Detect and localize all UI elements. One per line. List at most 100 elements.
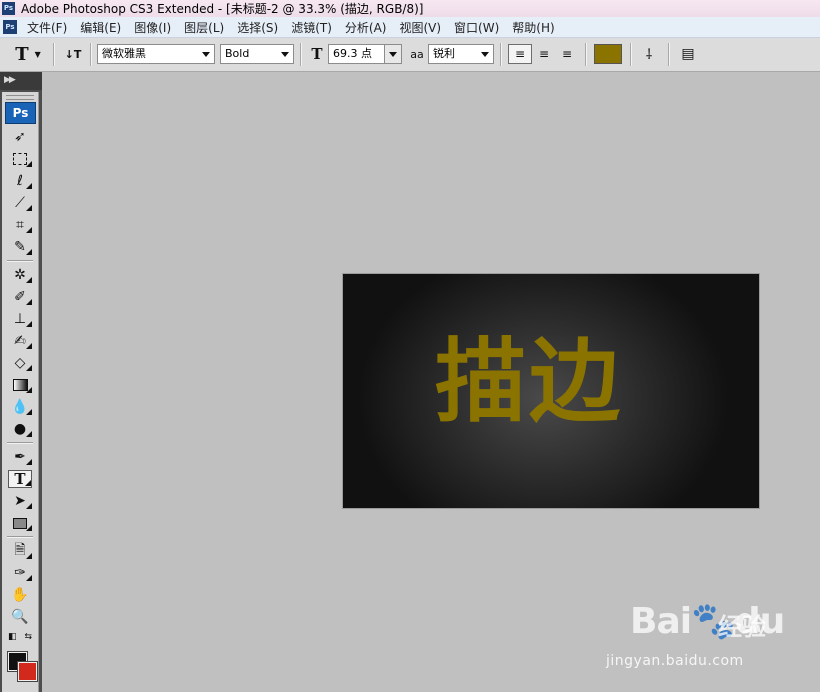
tools-divider [7, 442, 33, 444]
menu-help[interactable]: 帮助(H) [506, 19, 561, 36]
chevron-down-icon[interactable] [384, 45, 401, 63]
baidu-jingyan-watermark: Bai🐾du 经验 jingyan.baidu.com [600, 600, 810, 680]
align-right-icon: ≡ [561, 47, 573, 61]
zoom-tool[interactable]: 🔍 [8, 608, 32, 626]
menu-window[interactable]: 窗口(W) [448, 19, 506, 36]
align-left-button[interactable]: ≡ [508, 44, 532, 64]
align-left-icon: ≡ [514, 47, 526, 61]
menu-image[interactable]: 图像(I) [128, 19, 178, 36]
align-center-button[interactable]: ≡ [534, 44, 554, 64]
type-tool-icon: T [14, 470, 26, 488]
hand-tool[interactable]: ✋ [8, 586, 32, 604]
bandage-icon: ✲ [14, 267, 26, 283]
clone-stamp-tool[interactable]: ⊥ [8, 310, 32, 328]
character-panel-button[interactable]: ▤ [677, 44, 699, 64]
text-orientation-icon: ↓T [64, 47, 82, 61]
eyedropper-tool[interactable]: ✑ [8, 564, 32, 582]
lasso-tool[interactable]: ℓ [8, 172, 32, 190]
align-center-icon: ≡ [538, 47, 550, 61]
brush-icon: ✐ [14, 289, 26, 305]
history-brush-tool[interactable]: ✍ [8, 332, 32, 350]
menu-bar: Ps 文件(F) 编辑(E) 图像(I) 图层(L) 选择(S) 滤镜(T) 分… [0, 17, 820, 38]
healing-brush-tool[interactable]: ✲ [8, 266, 32, 284]
text-color-swatch[interactable] [594, 44, 622, 64]
character-panel-icon: ▤ [681, 46, 695, 62]
title-bar: Ps Adobe Photoshop CS3 Extended - [未标题-2… [0, 0, 820, 17]
menu-file[interactable]: 文件(F) [21, 19, 74, 36]
text-orientation-button[interactable]: ↓T [62, 44, 84, 64]
font-size-icon: T [306, 44, 328, 64]
menu-analysis[interactable]: 分析(A) [339, 19, 394, 36]
gradient-tool[interactable] [8, 376, 32, 394]
swap-colors-icon[interactable]: ⇆ [24, 632, 32, 642]
warp-text-button[interactable]: ⸸ [638, 44, 660, 64]
eraser-tool[interactable]: ◇ [8, 354, 32, 372]
dodge-tool[interactable]: ● [8, 420, 32, 438]
menu-view[interactable]: 视图(V) [393, 19, 448, 36]
crop-tool[interactable]: ⌗ [8, 216, 32, 234]
history-brush-icon: ✍ [14, 333, 26, 349]
type-tool-icon: T [15, 43, 29, 65]
menu-filter[interactable]: 滤镜(T) [285, 19, 339, 36]
menu-layer[interactable]: 图层(L) [178, 19, 231, 36]
document-canvas[interactable]: 描边 [343, 274, 759, 508]
magic-wand-tool[interactable]: ⟋ [8, 194, 32, 212]
notes-tool[interactable]: 🗎 [8, 542, 32, 560]
watermark-url: jingyan.baidu.com [606, 653, 744, 669]
lasso-icon: ℓ [17, 173, 23, 189]
pen-tool[interactable]: ✒ [8, 448, 32, 466]
magnifier-icon: 🔍 [11, 609, 29, 625]
eyedropper-icon: ✑ [14, 565, 26, 581]
panel-grip[interactable] [6, 95, 34, 100]
align-right-button[interactable]: ≡ [557, 44, 577, 64]
background-color-swatch[interactable] [17, 661, 38, 682]
photoshop-logo-icon: Ps [2, 2, 15, 15]
crop-icon: ⌗ [16, 217, 24, 233]
slice-tool[interactable]: ✎ [8, 238, 32, 256]
jingyan-label: 经验 [718, 613, 766, 641]
menu-edit[interactable]: 编辑(E) [74, 19, 128, 36]
eraser-icon: ◇ [14, 355, 26, 371]
tools-panel: Ps ➶ ℓ ⟋ ⌗ ✎ ✲ ✐ ⊥ ✍ ◇ 💧 ● ✒ T ➤ 🗎 ✑ ✋ 🔍… [2, 92, 39, 692]
font-size-field[interactable]: 69.3 点 [328, 44, 402, 64]
magic-wand-icon: ⟋ [15, 195, 25, 211]
menu-select[interactable]: 选择(S) [231, 19, 285, 36]
canvas-text-layer[interactable]: 描边 [435, 318, 675, 448]
antialias-select[interactable]: 锐利 [428, 44, 494, 64]
ps-badge-icon[interactable]: Ps [5, 102, 36, 124]
stamp-icon: ⊥ [13, 311, 27, 327]
note-icon: 🗎 [14, 542, 26, 558]
pen-icon: ✒ [14, 449, 26, 465]
move-tool[interactable]: ➶ [8, 128, 32, 146]
brush-tool[interactable]: ✐ [8, 288, 32, 306]
path-selection-tool[interactable]: ➤ [8, 492, 32, 510]
font-style-select[interactable]: Bold [220, 44, 294, 64]
antialias-icon: aa [407, 44, 427, 64]
marquee-tool[interactable] [8, 150, 32, 168]
chevron-down-icon [202, 52, 210, 57]
font-family-value: 微软雅黑 [102, 47, 146, 60]
chevron-down-icon [281, 52, 289, 57]
type-tool[interactable]: T [8, 470, 32, 488]
chevron-down-icon: ▼ [34, 49, 41, 59]
blur-tool[interactable]: 💧 [8, 398, 32, 416]
tool-preset-picker[interactable]: T ▼ [10, 43, 46, 65]
hand-icon: ✋ [11, 587, 29, 603]
dodge-icon: ● [13, 421, 27, 437]
tools-panel-header[interactable]: ▶▶ [0, 72, 42, 90]
rectangle-tool[interactable] [8, 514, 32, 532]
font-family-select[interactable]: 微软雅黑 [97, 44, 215, 64]
tools-divider [7, 536, 33, 538]
marquee-icon [13, 153, 27, 165]
options-bar: T ▼ ↓T 微软雅黑 Bold T 69.3 点 aa 锐利 ≡ ≡ ≡ ⸸ [0, 38, 820, 72]
rectangle-icon [13, 517, 27, 529]
antialias-glyph: aa [410, 47, 424, 61]
default-colors-icon[interactable]: ◧ [8, 632, 17, 642]
font-size-glyph: T [311, 45, 323, 63]
tools-divider [7, 260, 33, 262]
collapse-arrows-icon[interactable]: ▶▶ [4, 75, 16, 85]
app-menu-icon[interactable]: Ps [3, 20, 17, 34]
move-tool-icon: ➶ [14, 129, 26, 145]
color-defaults: ◧ ⇆ [8, 630, 32, 644]
chevron-down-icon [481, 52, 489, 57]
